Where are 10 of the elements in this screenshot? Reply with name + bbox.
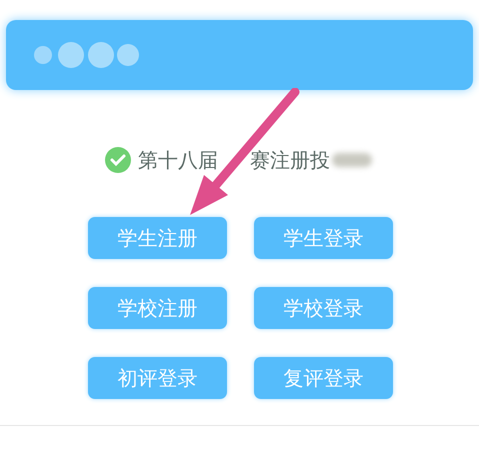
check-icon (104, 146, 132, 174)
blurred-text-drawing (332, 153, 372, 167)
menu-button[interactable]: 学校注册 (88, 287, 227, 329)
notice-text: 第十八届 (138, 146, 218, 174)
menu-button[interactable]: 复评登录 (254, 357, 393, 399)
menu-button[interactable]: 学校登录 (254, 287, 393, 329)
menu-button[interactable]: 学生注册 (88, 217, 227, 259)
notice-text: 赛注册投 (250, 146, 330, 174)
menu-button[interactable]: 初评登录 (88, 357, 227, 399)
menu-button[interactable]: 学生登录 (254, 217, 393, 259)
